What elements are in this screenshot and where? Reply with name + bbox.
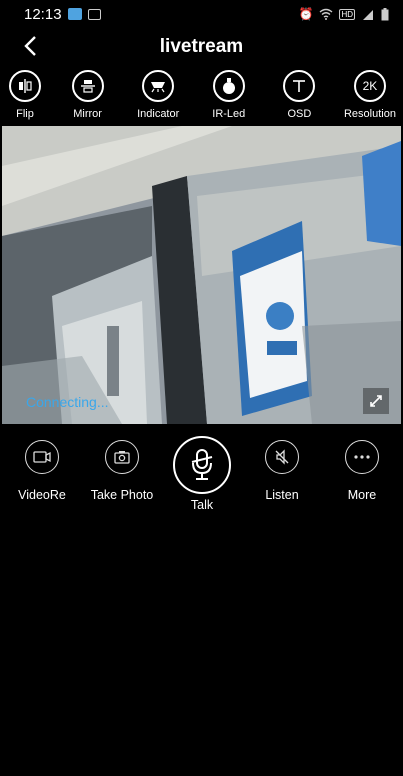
playback-controls: VideoRe Take Photo Talk Listen More xyxy=(0,436,403,526)
ir-led-button[interactable]: IR-Led xyxy=(196,70,262,126)
battery-icon xyxy=(381,7,389,20)
status-left: 12:13 xyxy=(24,6,101,23)
video-frame-image xyxy=(2,126,401,424)
fullscreen-button[interactable] xyxy=(363,388,389,414)
live-video-view[interactable]: Connecting... xyxy=(2,126,401,424)
more-button[interactable]: More xyxy=(322,440,402,502)
gallery-notification-icon xyxy=(87,8,101,20)
notification-app-icon xyxy=(67,8,82,20)
page-title: livetream xyxy=(159,36,244,57)
mirror-label: Mirror xyxy=(73,108,102,120)
ir-led-label: IR-Led xyxy=(212,108,246,120)
listen-label: Listen xyxy=(265,488,299,502)
status-time: 12:13 xyxy=(24,5,62,23)
take-photo-button[interactable]: Take Photo xyxy=(82,440,162,502)
talk-button[interactable]: Talk xyxy=(170,436,234,512)
take-photo-label: Take Photo xyxy=(90,488,154,502)
indicator-button[interactable]: Indicator xyxy=(125,70,191,126)
title-bar: livetream xyxy=(0,28,403,66)
indicator-icon xyxy=(142,70,175,102)
status-right: ⏰ HD xyxy=(298,7,389,21)
flip-label: Flip xyxy=(16,108,34,120)
osd-button[interactable]: OSD xyxy=(266,70,332,126)
mirror-button[interactable]: Mirror xyxy=(55,70,121,126)
status-bar: 12:13 ⏰ HD xyxy=(0,0,403,28)
video-record-button[interactable]: VideoRe xyxy=(2,440,82,502)
indicator-label: Indicator xyxy=(137,108,180,120)
video-record-icon xyxy=(25,440,59,474)
speaker-muted-icon xyxy=(265,440,299,474)
more-icon xyxy=(345,440,379,474)
camera-settings-toolbar: Flip Mirror Indicator IR-Led OSD 2K Reso… xyxy=(0,70,403,126)
listen-button[interactable]: Listen xyxy=(242,440,322,502)
talk-label: Talk xyxy=(190,498,214,512)
expand-icon xyxy=(370,395,382,407)
alarm-icon: ⏰ xyxy=(298,7,314,21)
signal-icon xyxy=(363,10,373,20)
camera-icon xyxy=(105,440,139,474)
video-record-label: VideoRe xyxy=(18,488,66,502)
more-label: More xyxy=(347,488,377,502)
resolution-badge: 2K xyxy=(362,79,378,93)
ir-led-icon xyxy=(212,70,245,102)
flip-icon xyxy=(9,70,41,102)
flip-button[interactable]: Flip xyxy=(0,70,50,126)
microphone-icon xyxy=(173,436,231,494)
osd-label: OSD xyxy=(287,108,312,120)
resolution-icon: 2K xyxy=(353,70,386,102)
resolution-label: Resolution xyxy=(343,108,396,120)
osd-icon xyxy=(283,70,316,102)
wifi-icon xyxy=(319,8,333,20)
connecting-status: Connecting... xyxy=(26,394,109,410)
hd-icon: HD xyxy=(339,8,355,20)
resolution-button[interactable]: 2K Resolution xyxy=(337,70,403,126)
mirror-icon xyxy=(71,70,104,102)
